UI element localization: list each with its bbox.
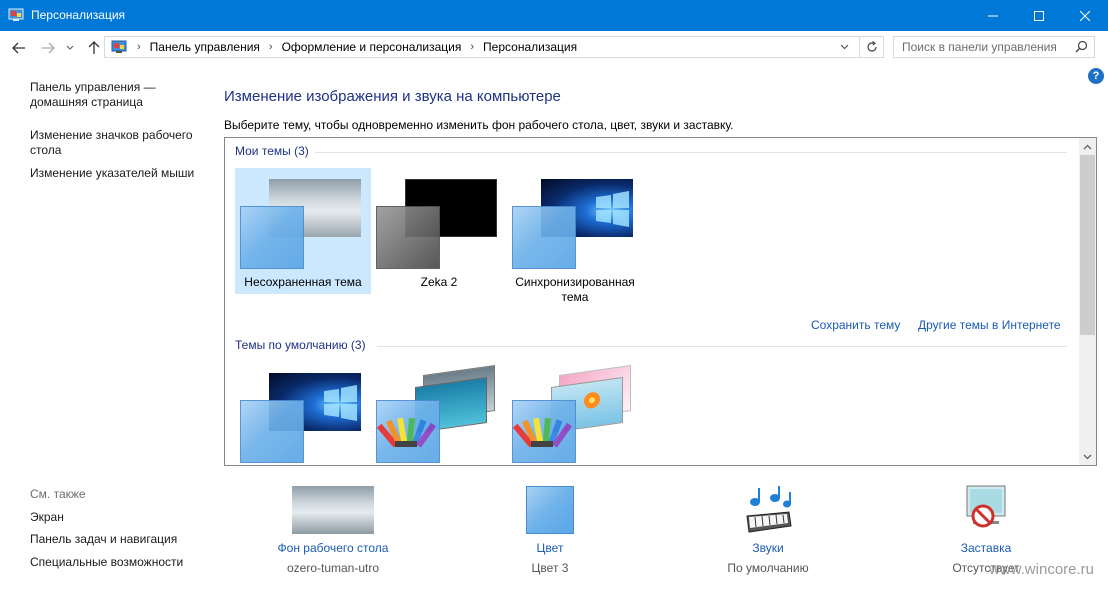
default-themes-title: Темы по умолчанию (3) <box>235 338 366 352</box>
color-palette-icon <box>376 417 436 448</box>
sounds-icon <box>746 486 792 533</box>
theme-color-swatch <box>376 400 440 463</box>
theme-label-line2: тема <box>561 290 589 304</box>
link-change-desktop-icons[interactable]: Изменение значков рабочего стола <box>30 128 210 158</box>
theme-color-swatch <box>512 400 576 463</box>
theme-flowers[interactable] <box>507 362 643 465</box>
scroll-up-button[interactable] <box>1079 138 1096 155</box>
theme-list[interactable]: Мои темы (3) Несохраненная тема Zeka 2 С… <box>224 137 1097 466</box>
recent-locations-dropdown[interactable] <box>63 38 77 58</box>
link-display[interactable]: Экран <box>30 510 210 525</box>
arrow-up-icon <box>88 41 100 54</box>
save-theme-link[interactable]: Сохранить тему <box>811 318 900 332</box>
link-accessibility[interactable]: Специальные возможности <box>30 555 210 570</box>
theme-windows[interactable] <box>235 362 371 465</box>
theme-color-swatch <box>512 206 576 269</box>
theme-unsaved[interactable]: Несохраненная тема <box>235 168 371 294</box>
refresh-button[interactable] <box>859 37 883 57</box>
desktop-background-setting[interactable]: Фон рабочего стола ozero-tuman-utro <box>253 484 413 575</box>
sounds-value: По умолчанию <box>727 561 809 575</box>
search-input[interactable] <box>894 37 1072 57</box>
section-divider <box>315 152 1067 153</box>
theme-list-scrollbar[interactable] <box>1079 138 1096 465</box>
theme-zeka2[interactable]: Zeka 2 <box>371 168 507 294</box>
more-themes-online-link[interactable]: Другие темы в Интернете <box>918 318 1061 332</box>
see-also-title: См. также <box>30 487 86 501</box>
desktop-background-link[interactable]: Фон рабочего стола <box>253 541 413 555</box>
address-history-dropdown[interactable] <box>834 38 854 56</box>
breadcrumb-separator-icon[interactable]: › <box>269 41 273 53</box>
maximize-button[interactable] <box>1016 0 1062 31</box>
color-palette-icon <box>512 417 572 448</box>
back-button[interactable] <box>9 38 29 58</box>
theme-label: Несохраненная тема <box>244 275 362 289</box>
control-panel-app-icon <box>8 8 24 22</box>
search-icon[interactable] <box>1075 40 1088 56</box>
link-change-mouse-pointers[interactable]: Изменение указателей мыши <box>30 166 210 181</box>
chevron-down-icon <box>840 44 848 50</box>
up-button[interactable] <box>84 38 104 58</box>
scrollbar-thumb[interactable] <box>1080 155 1095 335</box>
help-button[interactable]: ? <box>1088 68 1104 84</box>
minimize-button[interactable] <box>970 0 1016 31</box>
search-box[interactable] <box>893 36 1095 58</box>
arrow-right-icon <box>42 42 55 54</box>
title-bar: Персонализация <box>0 0 1108 31</box>
chevron-up-icon <box>1083 144 1092 149</box>
close-button[interactable] <box>1062 0 1108 31</box>
window-title: Персонализация <box>31 8 126 22</box>
desktop-background-icon <box>292 486 374 534</box>
section-divider <box>377 346 1067 347</box>
refresh-icon <box>866 41 877 52</box>
control-panel-icon <box>110 40 128 54</box>
page-title: Изменение изображения и звука на компьют… <box>224 88 561 105</box>
theme-color-swatch <box>376 206 440 269</box>
desktop-background-value: ozero-tuman-utro <box>286 561 380 575</box>
theme-label: Синхронизированная <box>515 275 635 289</box>
theme-lines-colors[interactable] <box>371 362 507 465</box>
link-taskbar-navigation[interactable]: Панель задач и навигация <box>30 532 210 547</box>
breadcrumb-personalization[interactable]: Персонализация <box>483 40 577 54</box>
color-icon <box>526 486 574 534</box>
address-bar[interactable]: › Панель управления › Оформление и персо… <box>104 36 884 58</box>
color-link[interactable]: Цвет <box>470 541 630 555</box>
chevron-down-icon <box>1083 454 1092 459</box>
sounds-setting[interactable]: Звуки По умолчанию <box>688 484 848 575</box>
arrow-left-icon <box>12 42 25 54</box>
my-themes-title: Мои темы (3) <box>235 144 309 158</box>
theme-label: Zeka 2 <box>420 275 458 289</box>
breadcrumb-separator-icon[interactable]: › <box>470 41 474 53</box>
color-setting[interactable]: Цвет Цвет 3 <box>470 484 630 575</box>
theme-color-swatch <box>240 400 304 463</box>
theme-synchronized[interactable]: Синхронизированная тема <box>507 168 643 304</box>
sounds-link[interactable]: Звуки <box>688 541 848 555</box>
screensaver-link[interactable]: Заставка <box>906 541 1066 555</box>
color-value: Цвет 3 <box>531 561 569 575</box>
theme-color-swatch <box>240 206 304 269</box>
screensaver-icon <box>966 485 1006 528</box>
link-control-panel-home[interactable]: Панель управления — домашняя страница <box>30 80 210 110</box>
watermark: www.wincore.ru <box>988 561 1094 578</box>
page-description: Выберите тему, чтобы одновременно измени… <box>224 118 734 132</box>
breadcrumb-appearance[interactable]: Оформление и персонализация <box>282 40 462 54</box>
forward-button[interactable] <box>38 38 58 58</box>
breadcrumb-separator-icon[interactable]: › <box>137 41 141 53</box>
breadcrumb-control-panel[interactable]: Панель управления <box>150 40 260 54</box>
scroll-down-button[interactable] <box>1079 448 1096 465</box>
chevron-down-icon <box>66 45 74 50</box>
